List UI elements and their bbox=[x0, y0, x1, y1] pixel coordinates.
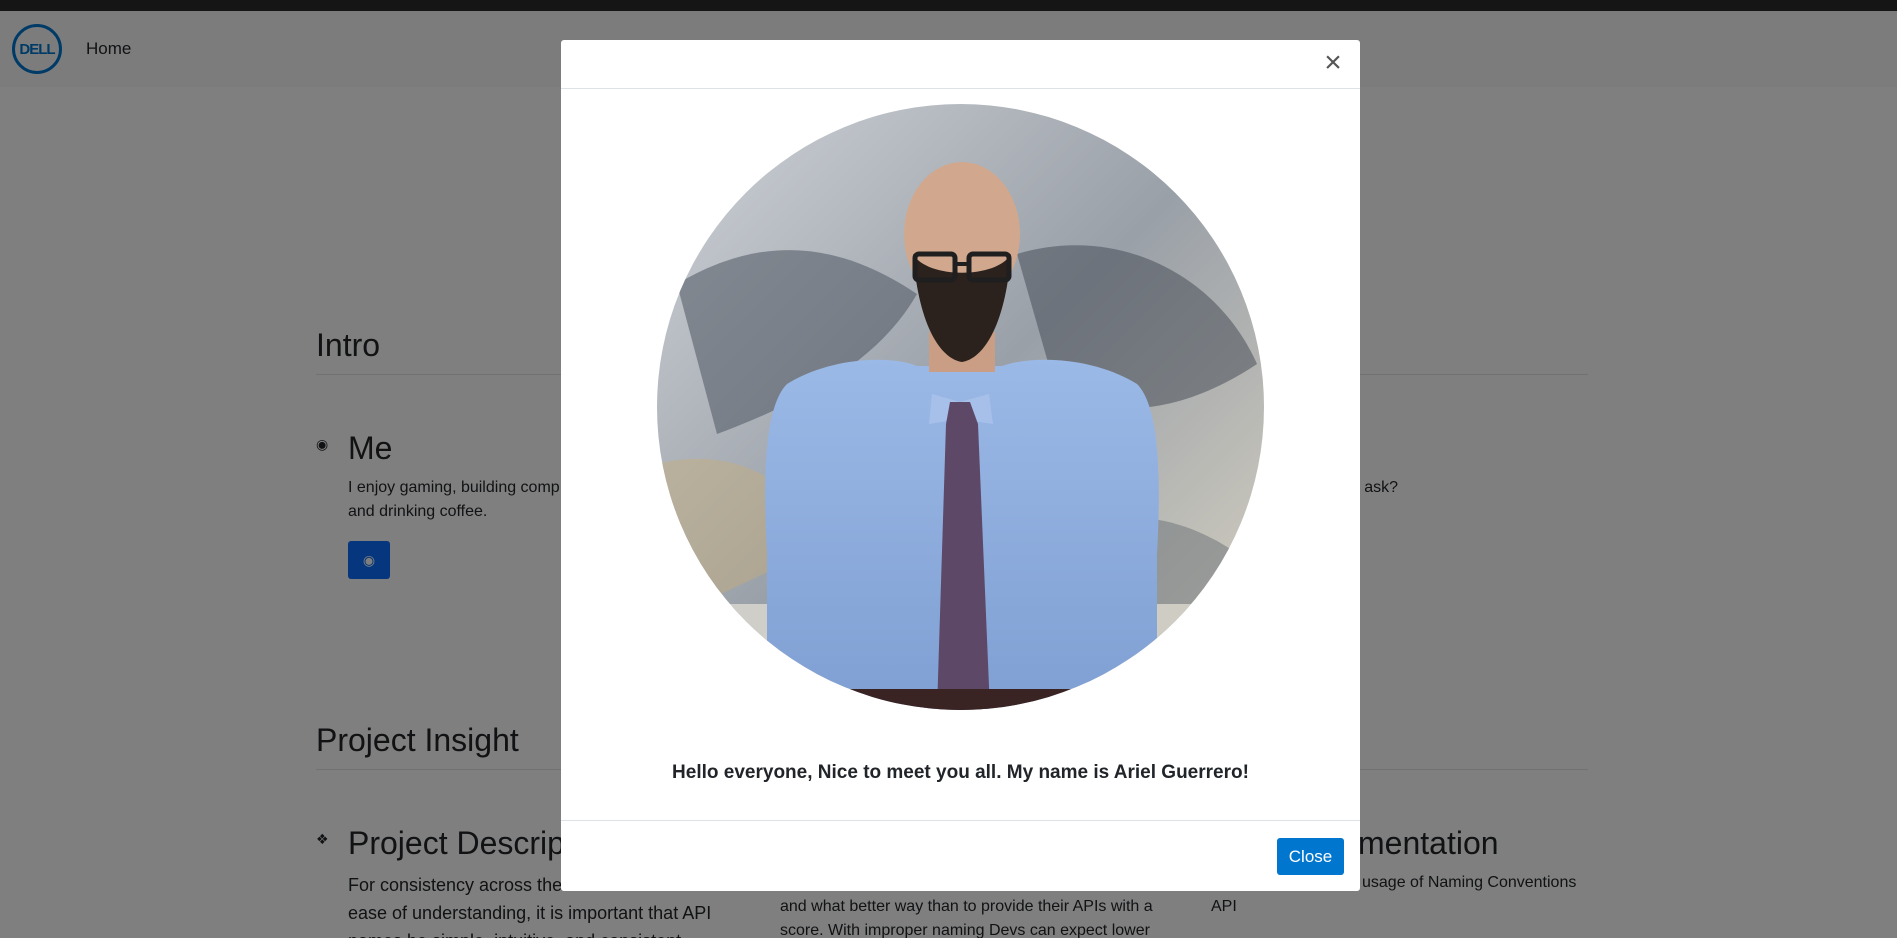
close-button[interactable]: Close bbox=[1277, 838, 1344, 875]
profile-modal: × Hello everyone, Nice to meet you all. … bbox=[561, 40, 1360, 891]
portrait-photo bbox=[657, 104, 1264, 710]
modal-greeting-message: Hello everyone, Nice to meet you all. My… bbox=[672, 762, 1249, 783]
modal-footer: Close bbox=[561, 820, 1360, 891]
portrait-illustration bbox=[657, 104, 1264, 710]
modal-header: × bbox=[561, 40, 1360, 89]
close-icon[interactable]: × bbox=[1320, 48, 1346, 78]
